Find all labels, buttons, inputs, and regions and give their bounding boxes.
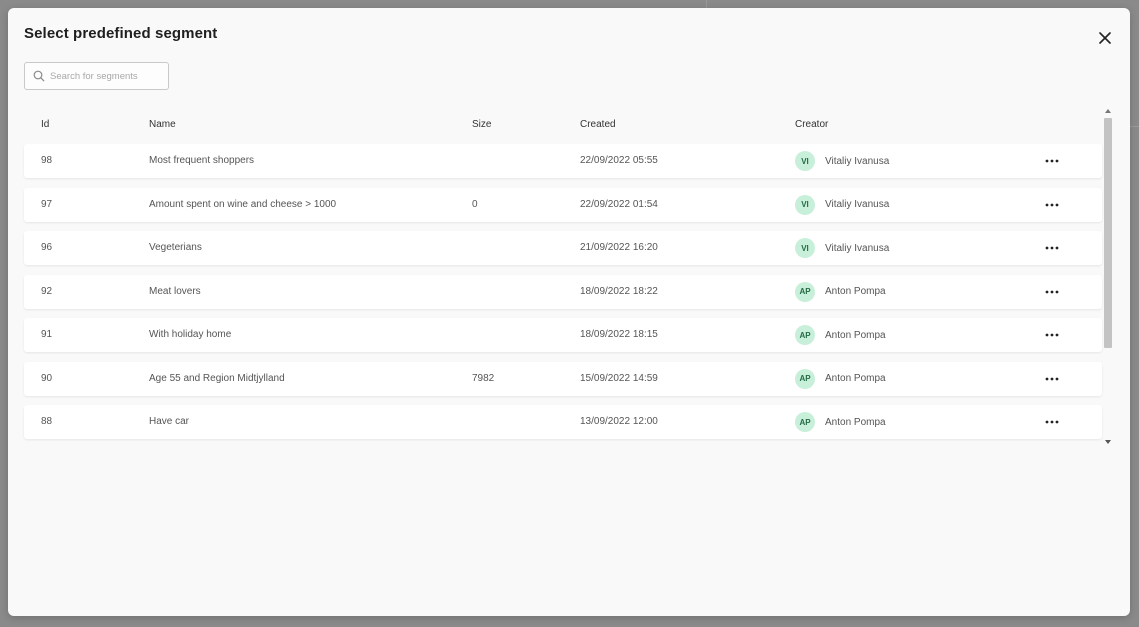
more-horizontal-icon	[1045, 246, 1059, 250]
avatar: AP	[795, 281, 815, 302]
creator-name: Anton Pompa	[825, 286, 886, 297]
segment-created: 13/09/2022 12:00	[580, 416, 658, 427]
segment-creator: AP Anton Pompa	[795, 325, 886, 345]
segment-name: Age 55 and Region Midtjylland	[149, 372, 285, 384]
segment-name: Have car	[149, 416, 190, 427]
more-options-button[interactable]	[1040, 239, 1064, 257]
segment-id: 96	[41, 242, 53, 253]
more-horizontal-icon	[1045, 203, 1059, 206]
segment-created: 21/09/2022 16:20	[580, 242, 658, 253]
scroll-up-arrow[interactable]	[1103, 106, 1113, 116]
table-row[interactable]: 90 Age 55 and Region Midtjylland 7982 15…	[24, 361, 1102, 396]
segment-creator: AP Anton Pompa	[795, 281, 886, 302]
creator-name: Vitaliy Ivanusa	[825, 155, 890, 167]
segment-size: 0	[472, 198, 478, 210]
segment-created: 22/09/2022 01:54	[580, 198, 658, 210]
more-options-button[interactable]	[1040, 370, 1064, 388]
avatar: VI	[795, 238, 815, 258]
segment-creator: VI Vitaliy Ivanusa	[795, 238, 889, 258]
segment-creator: AP Anton Pompa	[795, 368, 886, 389]
more-horizontal-icon	[1045, 333, 1059, 337]
segment-size: 7982	[472, 372, 495, 384]
more-horizontal-icon	[1045, 159, 1059, 163]
avatar: AP	[795, 412, 815, 432]
segment-name: Most frequent shoppers	[149, 155, 255, 166]
segment-id: 91	[41, 329, 53, 340]
column-header-name[interactable]: Name	[149, 119, 176, 130]
search-box[interactable]	[24, 62, 169, 90]
more-options-button[interactable]	[1040, 326, 1064, 344]
scroll-down-arrow[interactable]	[1103, 437, 1113, 447]
segment-creator: AP Anton Pompa	[795, 412, 886, 432]
avatar: AP	[795, 325, 815, 345]
avatar: AP	[795, 368, 815, 389]
table-row[interactable]: 98 Most frequent shoppers 22/09/2022 05:…	[24, 144, 1102, 178]
table-scrollbar[interactable]	[1103, 106, 1113, 447]
column-header-created[interactable]: Created	[580, 119, 616, 130]
more-horizontal-icon	[1045, 420, 1059, 424]
table-header: Id Name Size Created Creator	[24, 117, 1102, 133]
avatar: VI	[795, 151, 815, 171]
more-options-button[interactable]	[1040, 152, 1064, 170]
segment-id: 88	[41, 416, 53, 427]
table-row[interactable]: 96 Vegeterians 21/09/2022 16:20 VI Vital…	[24, 231, 1102, 265]
segment-created: 18/09/2022 18:22	[580, 285, 658, 297]
table-row[interactable]: 88 Have car 13/09/2022 12:00 AP Anton Po…	[24, 405, 1102, 439]
caret-down-icon	[1105, 440, 1111, 444]
segment-created: 22/09/2022 05:55	[580, 155, 658, 166]
creator-name: Vitaliy Ivanusa	[825, 199, 890, 210]
segment-created: 18/09/2022 18:15	[580, 329, 658, 340]
modal-title: Select predefined segment	[24, 25, 218, 42]
creator-name: Anton Pompa	[825, 373, 886, 384]
segment-id: 98	[41, 155, 53, 166]
avatar: VI	[795, 194, 815, 215]
column-header-id[interactable]: Id	[41, 119, 49, 130]
more-horizontal-icon	[1045, 377, 1059, 380]
creator-name: Anton Pompa	[825, 416, 886, 428]
segment-name: Meat lovers	[149, 285, 201, 297]
segment-creator: VI Vitaliy Ivanusa	[795, 194, 890, 215]
creator-name: Anton Pompa	[825, 329, 886, 341]
column-header-creator[interactable]: Creator	[795, 119, 828, 130]
segment-name: With holiday home	[149, 329, 232, 340]
table-row[interactable]: 91 With holiday home 18/09/2022 18:15 AP…	[24, 318, 1102, 352]
close-icon	[1099, 32, 1111, 44]
backdrop-divider	[1130, 126, 1139, 127]
column-header-size[interactable]: Size	[472, 119, 491, 130]
more-options-button[interactable]	[1040, 283, 1064, 301]
caret-up-icon	[1105, 109, 1111, 113]
backdrop-divider	[706, 0, 707, 8]
more-horizontal-icon	[1045, 290, 1059, 293]
segment-modal: Select predefined segment Id Name Size C…	[8, 8, 1130, 616]
segment-name: Vegeterians	[149, 242, 202, 253]
segment-creator: VI Vitaliy Ivanusa	[795, 151, 889, 171]
table-row[interactable]: 97 Amount spent on wine and cheese > 100…	[24, 187, 1102, 222]
segment-id: 97	[41, 198, 53, 210]
segment-id: 90	[41, 372, 53, 384]
segment-id: 92	[41, 285, 53, 297]
segment-created: 15/09/2022 14:59	[580, 372, 658, 384]
more-options-button[interactable]	[1040, 196, 1064, 214]
search-input[interactable]	[50, 70, 160, 82]
more-options-button[interactable]	[1040, 413, 1064, 431]
segment-name: Amount spent on wine and cheese > 1000	[149, 198, 337, 210]
search-icon	[33, 70, 45, 82]
creator-name: Vitaliy Ivanusa	[825, 242, 890, 254]
table-row[interactable]: 92 Meat lovers 18/09/2022 18:22 AP Anton…	[24, 274, 1102, 309]
scrollbar-thumb[interactable]	[1104, 118, 1112, 348]
close-button[interactable]	[1094, 27, 1116, 49]
